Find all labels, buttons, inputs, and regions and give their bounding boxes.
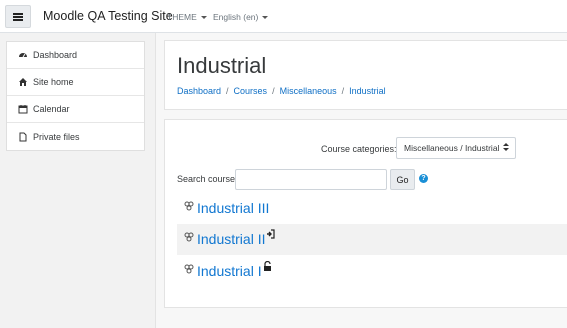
- drawer-item-label: Calendar: [33, 104, 70, 114]
- menu-toggle-button[interactable]: [5, 5, 31, 28]
- drawer-item-dashboard[interactable]: Dashboard: [7, 42, 144, 69]
- drawer-item-site-home[interactable]: Site home: [7, 69, 144, 96]
- file-icon: [18, 132, 28, 142]
- course-row: Industrial II: [177, 224, 567, 255]
- main-region: Industrial Dashboard / Courses / Miscell…: [156, 33, 567, 328]
- theme-menu-label: THEME: [167, 12, 197, 22]
- drawer-item-private-files[interactable]: Private files: [7, 123, 144, 150]
- course-row: Industrial I: [177, 256, 567, 287]
- course-icon: [184, 264, 194, 274]
- course-listing-card: Course categories: Miscellaneous / Indus…: [164, 119, 567, 308]
- search-courses-label: Search courses: [177, 174, 240, 184]
- course-categories-select[interactable]: Miscellaneous / Industrial: [396, 137, 516, 159]
- course-row: Industrial III: [177, 193, 567, 224]
- navbar: Moodle QA Testing Site THEME English (en…: [0, 0, 567, 33]
- nav-drawer: Dashboard Site home Calendar Private fil…: [0, 33, 156, 328]
- course-link[interactable]: Industrial I: [197, 263, 262, 279]
- page-title: Industrial: [177, 53, 267, 78]
- home-icon: [18, 77, 28, 87]
- breadcrumb-item-courses[interactable]: Courses: [234, 86, 268, 96]
- breadcrumb-separator: /: [341, 86, 345, 96]
- breadcrumb-item-dashboard[interactable]: Dashboard: [177, 86, 221, 96]
- breadcrumb-item-industrial[interactable]: Industrial: [349, 86, 386, 96]
- caret-down-icon: [262, 15, 269, 19]
- page-header: Industrial Dashboard / Courses / Miscell…: [164, 40, 567, 110]
- drawer-nav-list: Dashboard Site home Calendar Private fil…: [6, 41, 145, 151]
- theme-menu[interactable]: THEME: [167, 12, 207, 22]
- language-menu-label: English (en): [213, 12, 259, 22]
- caret-down-icon: [200, 15, 207, 19]
- go-button[interactable]: Go: [390, 169, 415, 190]
- site-name[interactable]: Moodle QA Testing Site: [43, 9, 173, 23]
- breadcrumb-separator: /: [226, 86, 229, 96]
- breadcrumb-item-miscellaneous[interactable]: Miscellaneous: [280, 86, 337, 96]
- calendar-icon: [18, 104, 28, 114]
- language-menu[interactable]: English (en): [213, 12, 269, 22]
- help-icon[interactable]: ?: [419, 174, 428, 183]
- drawer-item-calendar[interactable]: Calendar: [7, 96, 144, 123]
- breadcrumb-separator: /: [272, 86, 275, 96]
- unlock-icon[interactable]: [263, 261, 272, 271]
- select-arrows-icon: [503, 143, 509, 151]
- course-icon: [184, 232, 194, 242]
- search-courses-input[interactable]: [235, 169, 387, 190]
- enrol-icon[interactable]: [266, 229, 275, 239]
- hamburger-icon: [13, 12, 23, 21]
- dashboard-icon: [18, 50, 28, 60]
- drawer-item-label: Site home: [33, 77, 74, 87]
- course-icon: [184, 201, 194, 211]
- drawer-item-label: Private files: [33, 131, 80, 142]
- course-link[interactable]: Industrial II: [197, 231, 265, 247]
- breadcrumb: Dashboard / Courses / Miscellaneous / In…: [177, 86, 386, 96]
- course-link[interactable]: Industrial III: [197, 200, 269, 216]
- drawer-item-label: Dashboard: [33, 50, 78, 60]
- course-categories-selected: Miscellaneous / Industrial: [404, 143, 500, 153]
- course-categories-label: Course categories:: [321, 144, 397, 154]
